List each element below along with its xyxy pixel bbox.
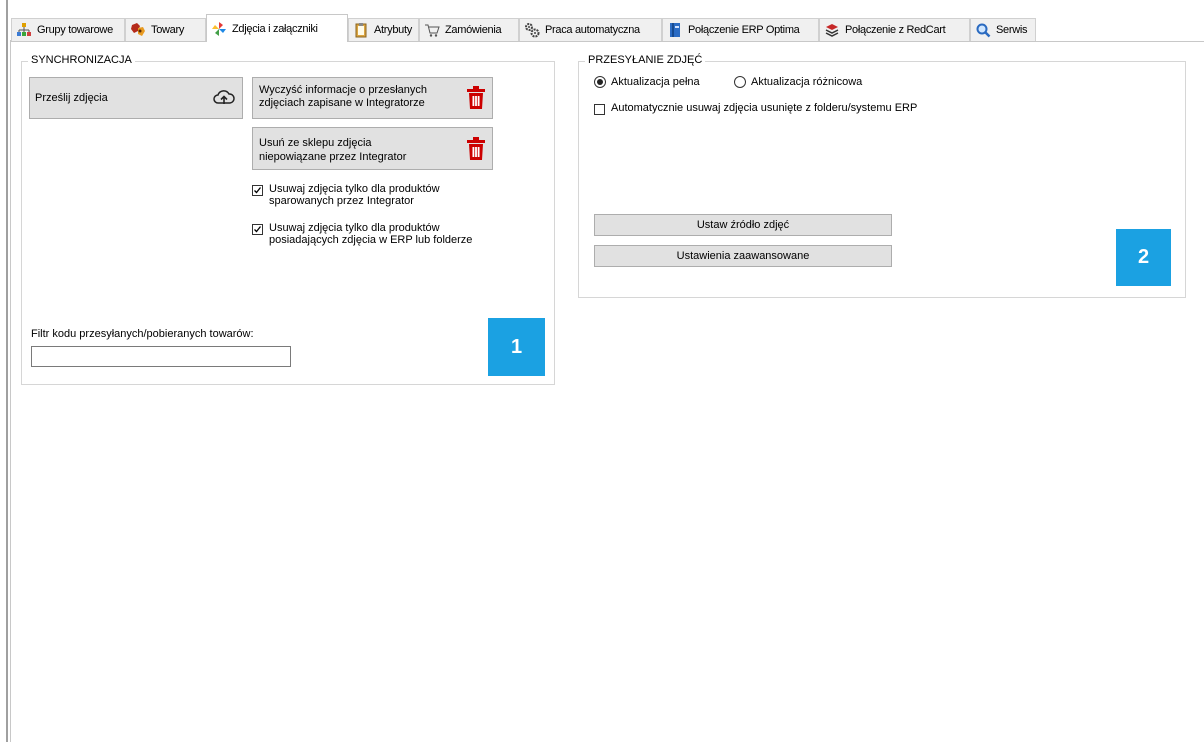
tab-praca-automatyczna[interactable]: Praca automatyczna (519, 18, 662, 41)
clear-sent-info-button[interactable]: Wyczyść informacje o przesłanych zdjęcia… (252, 77, 493, 119)
filter-input[interactable] (31, 346, 291, 367)
tab-label: Grupy towarowe (37, 24, 113, 36)
auto-delete-checkbox[interactable]: Automatycznie usuwaj zdjęcia usunięte z … (594, 102, 917, 115)
section-number-badge: 1 (488, 318, 545, 376)
radio-diff-update[interactable]: Aktualizacja różnicowa (734, 76, 862, 88)
tab-polaczenie-z-redcart[interactable]: Połączenie z RedCart (819, 18, 970, 41)
tab-label: Zamówienia (445, 24, 502, 36)
hierarchy-icon (16, 22, 32, 38)
book-icon (667, 22, 683, 38)
remove-unlinked-photos-button[interactable]: Usuń ze sklepu zdjęcia niepowiązane prze… (252, 127, 493, 170)
tab-label: Atrybuty (374, 24, 412, 36)
radio-button[interactable] (594, 76, 606, 88)
section-number-badge: 2 (1116, 229, 1171, 286)
clipboard-icon (353, 22, 369, 38)
window-edge (6, 0, 8, 742)
cart-icon (424, 22, 440, 38)
checkbox-box[interactable] (252, 185, 263, 196)
delete-only-with-photos-checkbox[interactable]: Usuwaj zdjęcia tylko dla produktów posia… (252, 222, 472, 246)
photo-upload-legend: PRZESYŁANIE ZDJĘĆ (585, 54, 706, 66)
radio-full-update[interactable]: Aktualizacja pełna (594, 76, 700, 88)
upload-photos-label: Prześlij zdjęcia (35, 92, 108, 104)
tab-label: Towary (151, 24, 185, 36)
tab-towary[interactable]: Towary (125, 18, 206, 41)
advanced-settings-button[interactable]: Ustawienia zaawansowane (594, 245, 892, 267)
radio-label: Aktualizacja pełna (611, 76, 700, 88)
magnifier-icon (975, 22, 991, 38)
tab-baseline (11, 41, 1204, 42)
tab-label: Połączenie z RedCart (845, 24, 946, 36)
gears-icon (524, 22, 540, 38)
checkbox-box[interactable] (252, 224, 263, 235)
remove-button-line1: Usuń ze sklepu zdjęcia (259, 137, 372, 149)
checkbox-label-line2: sparowanych przez Integrator (269, 195, 414, 207)
trash-icon (466, 86, 486, 113)
checkbox-label-line1: Usuwaj zdjęcia tylko dla produktów (269, 183, 440, 195)
trash-icon (466, 137, 486, 164)
tab-atrybuty[interactable]: Atrybuty (348, 18, 419, 41)
set-photo-source-button[interactable]: Ustaw źródło zdjęć (594, 214, 892, 236)
checkbox-box[interactable] (594, 104, 605, 115)
checkbox-label: Automatycznie usuwaj zdjęcia usunięte z … (611, 102, 918, 114)
clear-button-line2: zdjęciach zapisane w Integratorze (259, 97, 425, 109)
button-label: Ustawienia zaawansowane (676, 250, 810, 262)
filter-label: Filtr kodu przesyłanych/pobieranych towa… (31, 328, 254, 340)
pinwheel-icon (211, 21, 227, 37)
tab-label: Serwis (996, 24, 1028, 36)
delete-only-paired-checkbox[interactable]: Usuwaj zdjęcia tylko dla produktów sparo… (252, 183, 440, 207)
stack-icon (824, 22, 840, 38)
checkbox-label-line2: posiadających zdjęcia w ERP lub folderze (269, 234, 473, 246)
tab-grupy-towarowe[interactable]: Grupy towarowe (11, 18, 125, 41)
button-label: Ustaw źródło zdjęć (696, 219, 790, 231)
upload-photos-button[interactable]: Prześlij zdjęcia (29, 77, 243, 119)
clear-button-line1: Wyczyść informacje o przesłanych (259, 84, 428, 96)
tab-polaczenie-erp-optima[interactable]: Połączenie ERP Optima (662, 18, 819, 41)
sync-legend: SYNCHRONIZACJA (28, 54, 135, 66)
radio-button[interactable] (734, 76, 746, 88)
tab-zamowienia[interactable]: Zamówienia (419, 18, 519, 41)
tab-strip: Grupy towarowe Towary Zdjęcia i załączni… (11, 14, 1204, 42)
remove-button-line2: niepowiązane przez Integrator (259, 151, 407, 163)
tab-serwis[interactable]: Serwis (970, 18, 1036, 41)
radio-label: Aktualizacja różnicowa (751, 76, 863, 88)
tab-label: Zdjęcia i załączniki (232, 22, 318, 35)
tab-zdjecia-i-zalaczniki[interactable]: Zdjęcia i załączniki (206, 14, 348, 42)
tab-label: Połączenie ERP Optima (688, 24, 800, 36)
cloud-upload-icon (213, 88, 235, 111)
checkbox-label-line1: Usuwaj zdjęcia tylko dla produktów (269, 222, 440, 234)
panel-edge (10, 40, 11, 742)
products-icon (130, 22, 146, 38)
tab-label: Praca automatyczna (545, 24, 640, 36)
